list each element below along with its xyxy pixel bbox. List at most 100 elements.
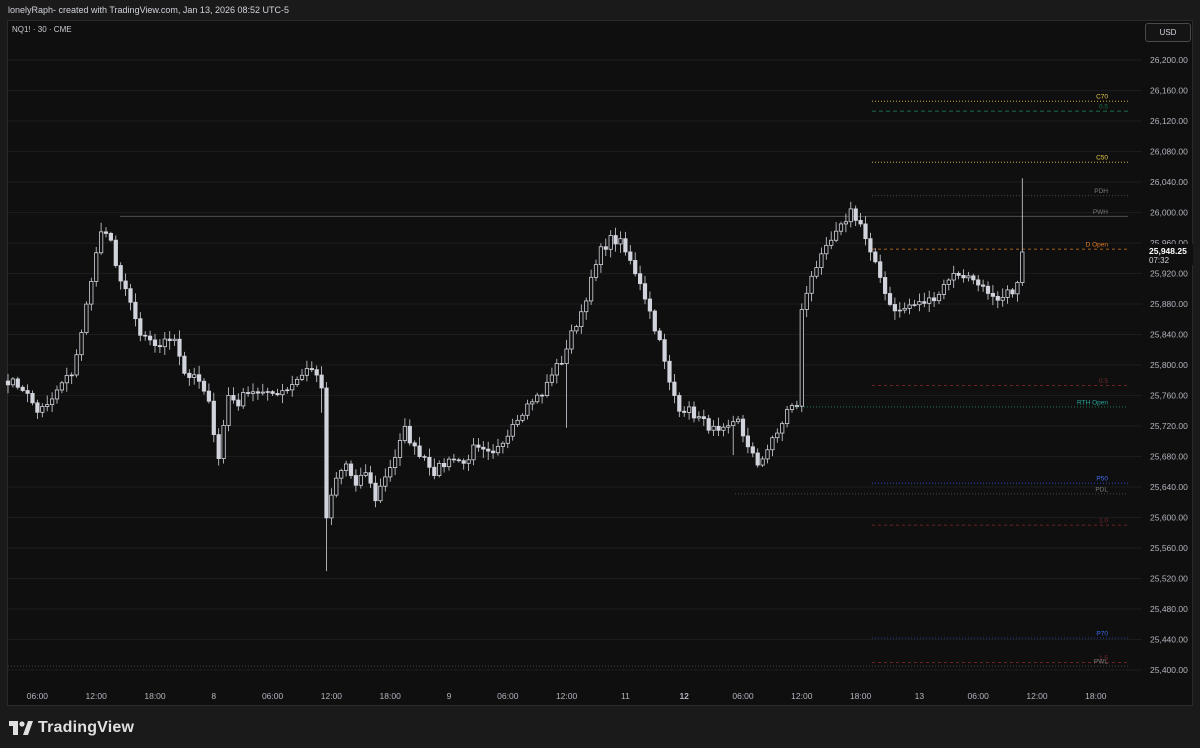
candle bbox=[422, 454, 427, 461]
candle bbox=[589, 269, 594, 305]
candle bbox=[25, 384, 30, 403]
candle bbox=[510, 418, 515, 441]
candle bbox=[89, 277, 94, 311]
candle bbox=[721, 423, 726, 437]
candle bbox=[672, 373, 677, 404]
price-tick-label: 25,600.00 bbox=[1150, 513, 1188, 523]
candle bbox=[314, 365, 319, 383]
candle bbox=[789, 403, 795, 413]
price-tick-label: 25,720.00 bbox=[1150, 421, 1188, 431]
candle bbox=[520, 413, 525, 423]
candle bbox=[863, 216, 868, 246]
candle bbox=[701, 409, 706, 427]
candle bbox=[907, 298, 912, 315]
candle bbox=[368, 465, 373, 488]
candle bbox=[540, 393, 545, 404]
time-tick-label: 12:00 bbox=[86, 691, 108, 701]
time-tick-label: 06:00 bbox=[262, 691, 284, 701]
candle bbox=[662, 333, 667, 369]
price-tick-label: 25,760.00 bbox=[1150, 391, 1188, 401]
candle bbox=[985, 281, 991, 300]
candle bbox=[167, 331, 172, 350]
candle bbox=[226, 387, 231, 432]
candle bbox=[5, 373, 11, 394]
symbol-info: NQ1! · 30 · CME bbox=[12, 25, 72, 34]
candle bbox=[667, 354, 672, 391]
candle bbox=[638, 265, 643, 291]
candle bbox=[437, 460, 442, 478]
candle bbox=[711, 420, 716, 436]
candle bbox=[128, 283, 133, 311]
candle bbox=[15, 376, 20, 390]
price-tick-label: 25,520.00 bbox=[1150, 574, 1188, 584]
level-label: C50 bbox=[1096, 155, 1108, 162]
candle bbox=[892, 297, 898, 320]
candle bbox=[280, 383, 285, 404]
candle bbox=[642, 275, 648, 305]
candle bbox=[657, 327, 662, 342]
candlestick-chart[interactable]: C70 0.5 C50 PDH PWH D Open 0.5 RTH Open P50 PDL 1.… bbox=[0, 0, 1200, 748]
candle bbox=[84, 301, 89, 335]
tradingview-logo[interactable]: TradingView bbox=[9, 718, 134, 738]
candle bbox=[961, 269, 966, 283]
candle bbox=[633, 252, 638, 277]
candle bbox=[740, 415, 746, 443]
candle bbox=[819, 247, 824, 275]
time-tick-label: 12:00 bbox=[1026, 691, 1048, 701]
candle bbox=[593, 259, 599, 282]
candle bbox=[40, 403, 45, 418]
candle bbox=[103, 227, 109, 238]
candle bbox=[432, 458, 437, 480]
candle bbox=[946, 278, 951, 291]
candle bbox=[917, 293, 922, 312]
candle bbox=[152, 334, 158, 353]
price-axis: 25,400.00 25,440.00 25,480.00 25,520.00 25,5… bbox=[1143, 55, 1193, 675]
candle bbox=[535, 392, 540, 404]
price-tick-label: 25,640.00 bbox=[1150, 482, 1188, 492]
time-tick-label: 06:00 bbox=[497, 691, 519, 701]
price-tick-label: 26,120.00 bbox=[1150, 116, 1188, 126]
candle bbox=[736, 415, 741, 425]
time-tick-label: 18:00 bbox=[1085, 691, 1107, 701]
time-tick-label: 18:00 bbox=[144, 691, 166, 701]
candle bbox=[804, 285, 809, 318]
price-tick-label: 25,440.00 bbox=[1150, 635, 1188, 645]
candle bbox=[574, 324, 579, 334]
candles bbox=[5, 178, 1025, 572]
level-label: D Open bbox=[1086, 242, 1109, 249]
candle bbox=[221, 419, 226, 464]
candle bbox=[177, 330, 182, 366]
candle bbox=[883, 271, 888, 301]
time-tick-label: 12:00 bbox=[321, 691, 343, 701]
candle bbox=[912, 299, 917, 307]
candle bbox=[138, 312, 143, 342]
candle bbox=[951, 265, 956, 288]
candle bbox=[652, 309, 657, 335]
price-tick-label: 25,400.00 bbox=[1150, 665, 1188, 675]
candle bbox=[334, 472, 339, 498]
candle bbox=[834, 222, 839, 243]
time-axis: 06:00 12:00 18:00 8 06:00 12:00 18:00 9 06:00 12:… bbox=[27, 691, 1107, 701]
candle bbox=[476, 438, 481, 452]
level-label: P70 bbox=[1096, 630, 1108, 637]
candle bbox=[461, 458, 466, 470]
time-tick-label: 8 bbox=[211, 691, 216, 701]
candle bbox=[554, 358, 559, 384]
candle bbox=[329, 488, 334, 526]
candle bbox=[162, 331, 167, 355]
candle bbox=[873, 248, 878, 264]
candle bbox=[348, 460, 354, 479]
price-tick-label: 25,800.00 bbox=[1150, 360, 1188, 370]
time-tick-label: 06:00 bbox=[968, 691, 990, 701]
candle bbox=[603, 238, 608, 256]
candle bbox=[785, 406, 790, 428]
candle bbox=[584, 297, 589, 320]
level-label: PWH bbox=[1093, 209, 1108, 216]
candle bbox=[887, 286, 893, 307]
candle bbox=[10, 377, 15, 388]
candle bbox=[211, 392, 216, 443]
currency-button[interactable]: USD bbox=[1145, 23, 1191, 42]
candle bbox=[990, 285, 996, 306]
price-tick-label: 25,840.00 bbox=[1150, 330, 1188, 340]
candle bbox=[446, 456, 452, 471]
